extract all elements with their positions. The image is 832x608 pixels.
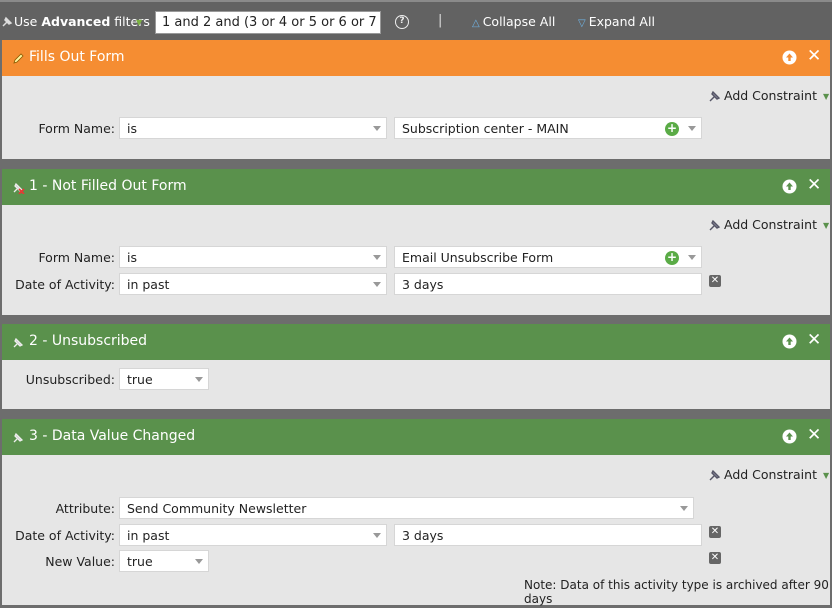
pin-icon xyxy=(709,469,721,481)
remove-filter-icon[interactable]: ✕ xyxy=(807,332,821,349)
dropdown-caret-icon: ▼ xyxy=(822,471,830,480)
toolbar-separator: | xyxy=(438,13,443,28)
filter-block: Fills Out Form ✕ Add Constraint ▼ Form Na… xyxy=(2,40,830,159)
expand-arrow-icon: ▽ xyxy=(578,18,586,29)
remove-constraint-icon[interactable]: ✕ xyxy=(709,552,721,564)
filter-header[interactable]: 2 - Unsubscribed ✕ xyxy=(2,324,830,360)
collapse-arrow-icon: △ xyxy=(472,18,480,29)
filter-pin-icon xyxy=(2,16,13,27)
add-constraint-button[interactable]: Add Constraint ▼ xyxy=(708,467,829,482)
filter-logic-input[interactable]: 1 and 2 and (3 or 4 or 5 or 6 or 7 or 8 xyxy=(155,11,381,34)
chevron-down-icon xyxy=(195,377,203,382)
filter-header[interactable]: 1 - Not Filled Out Form ✕ xyxy=(2,169,830,205)
chevron-down-icon xyxy=(373,255,381,260)
filter-block: 1 - Not Filled Out Form ✕ Add Constraint… xyxy=(2,169,830,315)
chevron-down-icon xyxy=(688,255,696,260)
pin-icon xyxy=(709,90,721,102)
remove-filter-icon[interactable]: ✕ xyxy=(807,177,821,194)
operator-select[interactable]: in past xyxy=(119,273,387,295)
filter-title: 2 - Unsubscribed xyxy=(29,333,148,349)
value-select[interactable]: true xyxy=(119,368,209,390)
move-up-icon[interactable] xyxy=(782,179,797,194)
field-label: Date of Activity: xyxy=(15,277,115,292)
dropdown-caret-icon: ▼ xyxy=(822,92,830,101)
filter-block: 3 - Data Value Changed ✕ Add Constraint ▼… xyxy=(2,419,830,606)
chevron-down-icon xyxy=(373,533,381,538)
field-label: Unsubscribed: xyxy=(25,372,115,387)
collapse-all-button[interactable]: △ Collapse All xyxy=(472,14,555,29)
remove-constraint-icon[interactable]: ✕ xyxy=(709,275,721,287)
attribute-select[interactable]: Send Community Newsletter xyxy=(119,497,694,519)
filter-title: 3 - Data Value Changed xyxy=(29,428,196,444)
pencil-icon xyxy=(13,53,24,64)
move-up-icon[interactable] xyxy=(782,50,797,65)
remove-filter-icon[interactable]: ✕ xyxy=(807,48,821,65)
filter-header[interactable]: Fills Out Form ✕ xyxy=(2,40,830,76)
filter-title: Fills Out Form xyxy=(29,49,125,65)
help-icon[interactable]: ? xyxy=(395,15,409,29)
operator-select[interactable]: in past xyxy=(119,524,387,546)
field-label: Form Name: xyxy=(38,250,115,265)
chevron-down-icon xyxy=(688,126,696,131)
expand-all-button[interactable]: ▽ Expand All xyxy=(578,14,655,29)
pin-icon xyxy=(13,337,24,348)
chevron-down-icon xyxy=(373,126,381,131)
value-select[interactable]: Subscription center - MAIN xyxy=(394,117,702,139)
field-label: Form Name: xyxy=(38,121,115,136)
advanced-filters-caret-icon[interactable]: ▼ xyxy=(136,18,142,27)
filter-header[interactable]: 3 - Data Value Changed ✕ xyxy=(2,419,830,455)
move-up-icon[interactable] xyxy=(782,429,797,444)
value-select[interactable]: Email Unsubscribe Form xyxy=(394,246,702,268)
value-select[interactable]: true xyxy=(119,550,209,572)
value-input[interactable]: 3 days xyxy=(394,273,702,295)
chevron-down-icon xyxy=(195,559,203,564)
add-value-icon[interactable]: + xyxy=(665,122,679,136)
filter-block: 2 - Unsubscribed ✕ Unsubscribed: true xyxy=(2,324,830,409)
move-up-icon[interactable] xyxy=(782,334,797,349)
pin-icon xyxy=(13,432,24,443)
operator-select[interactable]: is xyxy=(119,246,387,268)
chevron-down-icon xyxy=(680,506,688,511)
chevron-down-icon xyxy=(373,282,381,287)
add-constraint-button[interactable]: Add Constraint ▼ xyxy=(708,217,829,232)
add-value-icon[interactable]: + xyxy=(665,251,679,265)
value-input[interactable]: 3 days xyxy=(394,524,702,546)
filter-toolbar: Use Advanced filters ▼ 1 and 2 and (3 or… xyxy=(0,0,832,40)
pin-icon xyxy=(709,219,721,231)
remove-filter-icon[interactable]: ✕ xyxy=(807,427,821,444)
field-label: New Value: xyxy=(45,554,115,569)
filter-title: 1 - Not Filled Out Form xyxy=(29,178,187,194)
field-label: Attribute: xyxy=(55,501,115,516)
field-label: Date of Activity: xyxy=(15,528,115,543)
remove-constraint-icon[interactable]: ✕ xyxy=(709,526,721,538)
add-constraint-button[interactable]: Add Constraint ▼ xyxy=(708,88,829,103)
use-advanced-filters-link[interactable]: Use Advanced filters xyxy=(14,14,150,29)
dropdown-caret-icon: ▼ xyxy=(822,221,830,230)
operator-select[interactable]: is xyxy=(119,117,387,139)
negated-pin-icon xyxy=(13,182,25,194)
archive-note: Note: Data of this activity type is arch… xyxy=(524,578,829,606)
